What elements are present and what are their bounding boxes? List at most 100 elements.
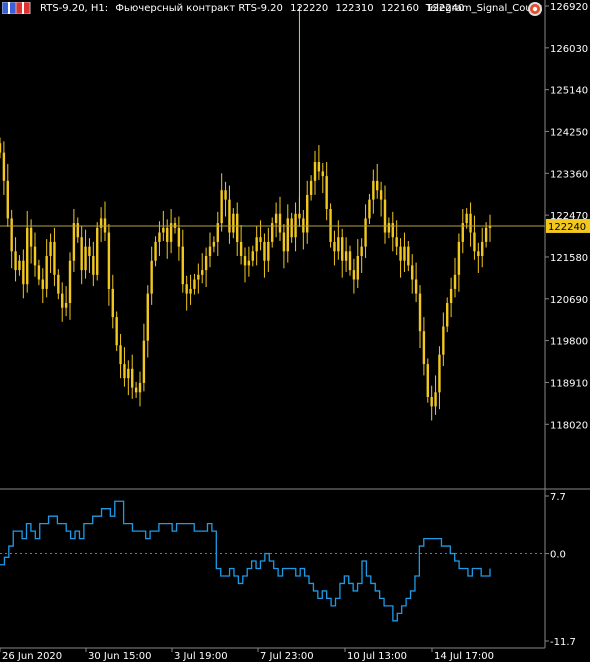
candle-body [484,227,488,242]
candle-body [224,190,227,200]
price-tick-label: 124250 [550,127,588,138]
candle-body [446,303,449,327]
candle-body [372,180,375,200]
candle-body [115,317,118,346]
time-tick-label: 30 Jun 15:00 [88,651,152,662]
candle-body [360,246,363,257]
candle-body [2,152,6,181]
candle-body [473,232,476,252]
candle-body [387,223,391,233]
candle-body [111,288,114,318]
candle-body [26,227,29,285]
time-tick-label: 14 Jul 17:00 [434,651,494,662]
candle-body [434,392,437,407]
candle-body [208,246,212,257]
indicator-name[interactable]: Telegram_Signal_Count [426,3,542,14]
candle-body [18,260,21,271]
candle-body [29,227,33,247]
candle-body [0,143,2,153]
current-price-label: 122240 [548,222,586,233]
candle-body [76,223,79,238]
ohlc-high: 122310 [335,3,374,14]
candle-body [267,241,270,261]
candle-body [391,223,394,238]
candle-body [154,241,157,261]
candle-body [92,256,95,275]
candle-body [220,190,223,224]
price-tick-label: 118020 [550,420,588,431]
candle-body [123,364,126,379]
gear-icon[interactable] [527,1,543,17]
time-tick-label: 26 Jun 2020 [2,651,62,662]
candle-body [368,199,371,219]
price-tick-label: 125140 [550,86,588,97]
candle-body [364,218,367,247]
candle-body [278,213,282,233]
candle-body [442,326,445,355]
indicator-line [0,500,491,622]
candle-body [228,199,231,233]
candle-body [321,171,324,177]
candle-body [469,213,472,233]
candle-body [177,227,181,247]
candle-body [57,274,60,294]
candle-body [232,213,235,233]
candle-body [395,237,398,247]
price-tick-label: 121580 [550,253,588,264]
candle-body [138,382,142,393]
candle-body [150,260,153,294]
candle-body [356,256,359,280]
candle-body [193,279,196,289]
symbol-description: Фьючерсный контракт RTS-9.20 [115,3,283,14]
flag-icon[interactable] [2,2,34,14]
candle-body [88,246,91,257]
candle-body [134,387,138,393]
candle-body [37,265,41,280]
price-tick-label: 126920 [550,2,588,13]
candle-body [10,218,13,252]
candle-body [243,256,247,266]
candle-body [239,241,243,257]
candle-body [84,246,87,271]
candle-body [376,180,379,191]
candle-body [166,227,169,242]
candle-body [309,180,313,195]
candle-body [158,232,161,242]
candle-body [49,241,52,257]
time-tick-label: 10 Jul 13:00 [347,651,407,662]
candle-body [418,293,422,332]
candle-body [119,345,122,365]
candle-body [64,303,68,308]
candle-body [80,237,83,271]
candle-body [333,241,336,252]
candle-body [422,331,426,365]
candle-body [146,293,149,341]
candle-body [236,213,239,242]
price-tick-label: 118910 [550,378,588,389]
candle-body [131,368,134,388]
candle-body [45,256,48,289]
indicator-tick-label: -11.7 [550,637,576,648]
candle-body [399,246,402,261]
candle-body [457,241,461,275]
candle-body [352,270,356,280]
candle-body [212,241,216,247]
candle-body [61,293,64,308]
time-tick-label: 3 Jul 19:00 [174,651,228,662]
price-tick-label: 126030 [550,44,588,55]
candle-body [142,340,146,383]
candle-body [341,237,344,261]
candle-body [185,284,188,294]
chart-canvas: 122240 126920 126030 125140 124250 123360 122… [0,0,590,662]
candle-body [407,246,410,266]
indicator-pane [0,500,545,622]
candle-body [14,251,17,271]
candle-body [189,288,192,294]
candle-body [337,237,340,252]
symbol-timeframe: RTS-9.20, H1: [40,3,109,14]
candle-body [481,241,484,257]
candle-body [255,237,258,252]
candle-body [286,218,289,252]
price-tick-label: 119800 [550,337,588,348]
candle-body [306,194,309,233]
